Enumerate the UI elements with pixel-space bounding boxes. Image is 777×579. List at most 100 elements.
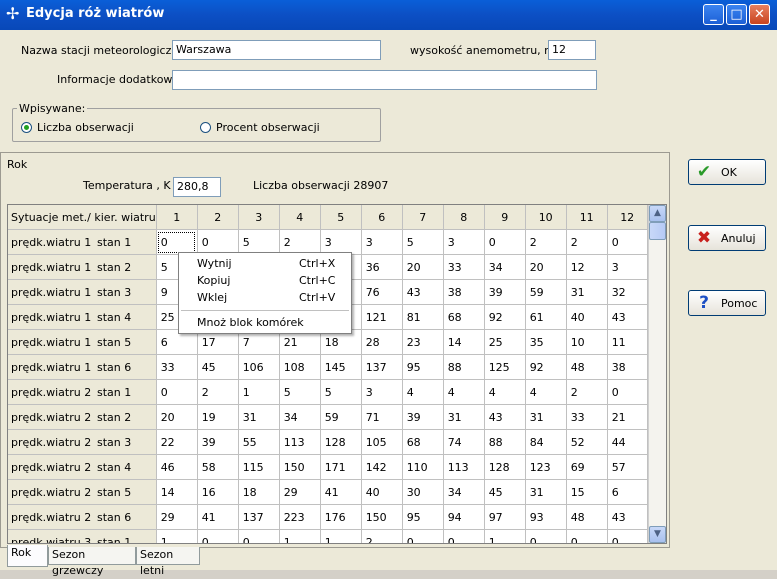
table-cell[interactable]: 43 xyxy=(484,404,526,430)
table-cell[interactable]: 44 xyxy=(607,429,648,455)
table-cell[interactable]: 28 xyxy=(361,329,403,355)
table-cell[interactable]: 41 xyxy=(320,479,362,505)
menu-item-cut[interactable]: Wytnij Ctrl+X xyxy=(179,255,351,272)
table-cell[interactable]: 110 xyxy=(402,454,444,480)
table-cell[interactable]: 106 xyxy=(238,354,280,380)
table-cell[interactable]: 105 xyxy=(361,429,403,455)
table-cell[interactable]: 0 xyxy=(197,529,239,543)
table-cell[interactable]: 108 xyxy=(279,354,321,380)
table-cell[interactable]: 16 xyxy=(197,479,239,505)
table-cell[interactable]: 69 xyxy=(566,454,608,480)
tab-rok[interactable]: Rok xyxy=(7,545,48,567)
tab-sezon-grzewczy[interactable]: Sezon grzewczy xyxy=(48,547,136,577)
table-cell[interactable]: 145 xyxy=(320,354,362,380)
table-cell[interactable]: 2 xyxy=(197,379,239,405)
menu-item-paste[interactable]: Wklej Ctrl+V xyxy=(179,289,351,306)
table-cell[interactable]: 0 xyxy=(566,529,608,543)
table-cell[interactable]: 5 xyxy=(320,379,362,405)
table-cell[interactable]: 5 xyxy=(238,229,280,255)
close-button[interactable]: ✕ xyxy=(749,4,770,25)
cancel-button[interactable]: ✖ Anuluj xyxy=(688,225,766,251)
table-cell[interactable]: 40 xyxy=(566,304,608,330)
table-cell[interactable]: 1 xyxy=(484,529,526,543)
table-cell[interactable]: 0 xyxy=(484,229,526,255)
table-cell[interactable]: 48 xyxy=(566,354,608,380)
radio-percent-label[interactable]: Procent obserwacji xyxy=(216,121,320,134)
table-cell[interactable]: 150 xyxy=(279,454,321,480)
table-cell[interactable]: 31 xyxy=(443,404,485,430)
table-cell[interactable]: 33 xyxy=(443,254,485,280)
tab-sezon-letni[interactable]: Sezon letni xyxy=(136,547,200,577)
table-cell[interactable]: 97 xyxy=(484,504,526,530)
table-cell[interactable]: 2 xyxy=(361,529,403,543)
table-cell[interactable]: 68 xyxy=(443,304,485,330)
table-cell[interactable]: 10 xyxy=(566,329,608,355)
table-cell[interactable]: 3 xyxy=(320,229,362,255)
table-cell[interactable]: 94 xyxy=(443,504,485,530)
maximize-button[interactable]: □ xyxy=(726,4,747,25)
table-cell[interactable]: 59 xyxy=(525,279,567,305)
table-cell[interactable]: 18 xyxy=(238,479,280,505)
radio-percent[interactable] xyxy=(200,122,211,133)
table-cell[interactable]: 3 xyxy=(361,229,403,255)
vertical-scrollbar[interactable]: ▲ ▼ xyxy=(648,205,666,543)
table-cell[interactable]: 5 xyxy=(279,379,321,405)
radio-count-label[interactable]: Liczba obserwacji xyxy=(37,121,134,134)
table-cell[interactable]: 61 xyxy=(525,304,567,330)
table-cell[interactable]: 115 xyxy=(238,454,280,480)
table-cell[interactable]: 29 xyxy=(279,479,321,505)
minimize-button[interactable]: _ xyxy=(703,4,724,25)
table-cell[interactable]: 57 xyxy=(607,454,648,480)
table-cell[interactable]: 137 xyxy=(361,354,403,380)
table-cell[interactable]: 45 xyxy=(484,479,526,505)
table-cell[interactable]: 52 xyxy=(566,429,608,455)
table-cell[interactable]: 35 xyxy=(525,329,567,355)
table-cell[interactable]: 38 xyxy=(607,354,648,380)
table-cell[interactable]: 2 xyxy=(566,229,608,255)
table-cell[interactable]: 41 xyxy=(197,504,239,530)
anemometer-height-input[interactable]: 12 xyxy=(548,40,596,60)
ok-button[interactable]: ✔ OK xyxy=(688,159,766,185)
table-cell[interactable]: 123 xyxy=(525,454,567,480)
table-cell[interactable]: 11 xyxy=(607,329,648,355)
table-cell[interactable]: 3 xyxy=(443,229,485,255)
table-cell[interactable]: 128 xyxy=(320,429,362,455)
table-cell[interactable]: 20 xyxy=(402,254,444,280)
table-cell[interactable]: 81 xyxy=(402,304,444,330)
table-cell[interactable]: 1 xyxy=(279,529,321,543)
table-cell[interactable]: 1 xyxy=(238,379,280,405)
table-cell[interactable]: 31 xyxy=(525,479,567,505)
table-cell[interactable]: 39 xyxy=(484,279,526,305)
table-cell[interactable]: 4 xyxy=(443,379,485,405)
scroll-thumb[interactable] xyxy=(649,222,666,240)
table-cell[interactable]: 2 xyxy=(279,229,321,255)
table-cell[interactable]: 93 xyxy=(525,504,567,530)
table-cell[interactable]: 4 xyxy=(525,379,567,405)
station-name-input[interactable]: Warszawa xyxy=(172,40,381,60)
table-cell[interactable]: 5 xyxy=(402,229,444,255)
table-cell[interactable]: 43 xyxy=(607,304,648,330)
table-cell[interactable]: 20 xyxy=(525,254,567,280)
table-cell[interactable]: 128 xyxy=(484,454,526,480)
table-cell[interactable]: 2 xyxy=(566,379,608,405)
table-cell[interactable]: 30 xyxy=(402,479,444,505)
table-cell[interactable]: 23 xyxy=(402,329,444,355)
table-cell[interactable]: 113 xyxy=(279,429,321,455)
table-cell[interactable]: 0 xyxy=(607,379,648,405)
table-cell[interactable]: 76 xyxy=(361,279,403,305)
table-cell[interactable]: 22 xyxy=(156,429,198,455)
table-cell[interactable]: 34 xyxy=(279,404,321,430)
table-cell[interactable]: 46 xyxy=(156,454,198,480)
table-cell[interactable]: 31 xyxy=(525,404,567,430)
table-cell[interactable]: 88 xyxy=(484,429,526,455)
menu-item-copy[interactable]: Kopiuj Ctrl+C xyxy=(179,272,351,289)
table-cell[interactable]: 223 xyxy=(279,504,321,530)
table-cell[interactable]: 33 xyxy=(156,354,198,380)
scroll-up-button[interactable]: ▲ xyxy=(649,205,666,222)
table-cell[interactable]: 6 xyxy=(607,479,648,505)
table-cell[interactable]: 0 xyxy=(238,529,280,543)
table-cell[interactable]: 113 xyxy=(443,454,485,480)
table-cell[interactable]: 1 xyxy=(320,529,362,543)
temperature-input[interactable]: 280,8 xyxy=(173,177,221,197)
radio-count[interactable] xyxy=(21,122,32,133)
